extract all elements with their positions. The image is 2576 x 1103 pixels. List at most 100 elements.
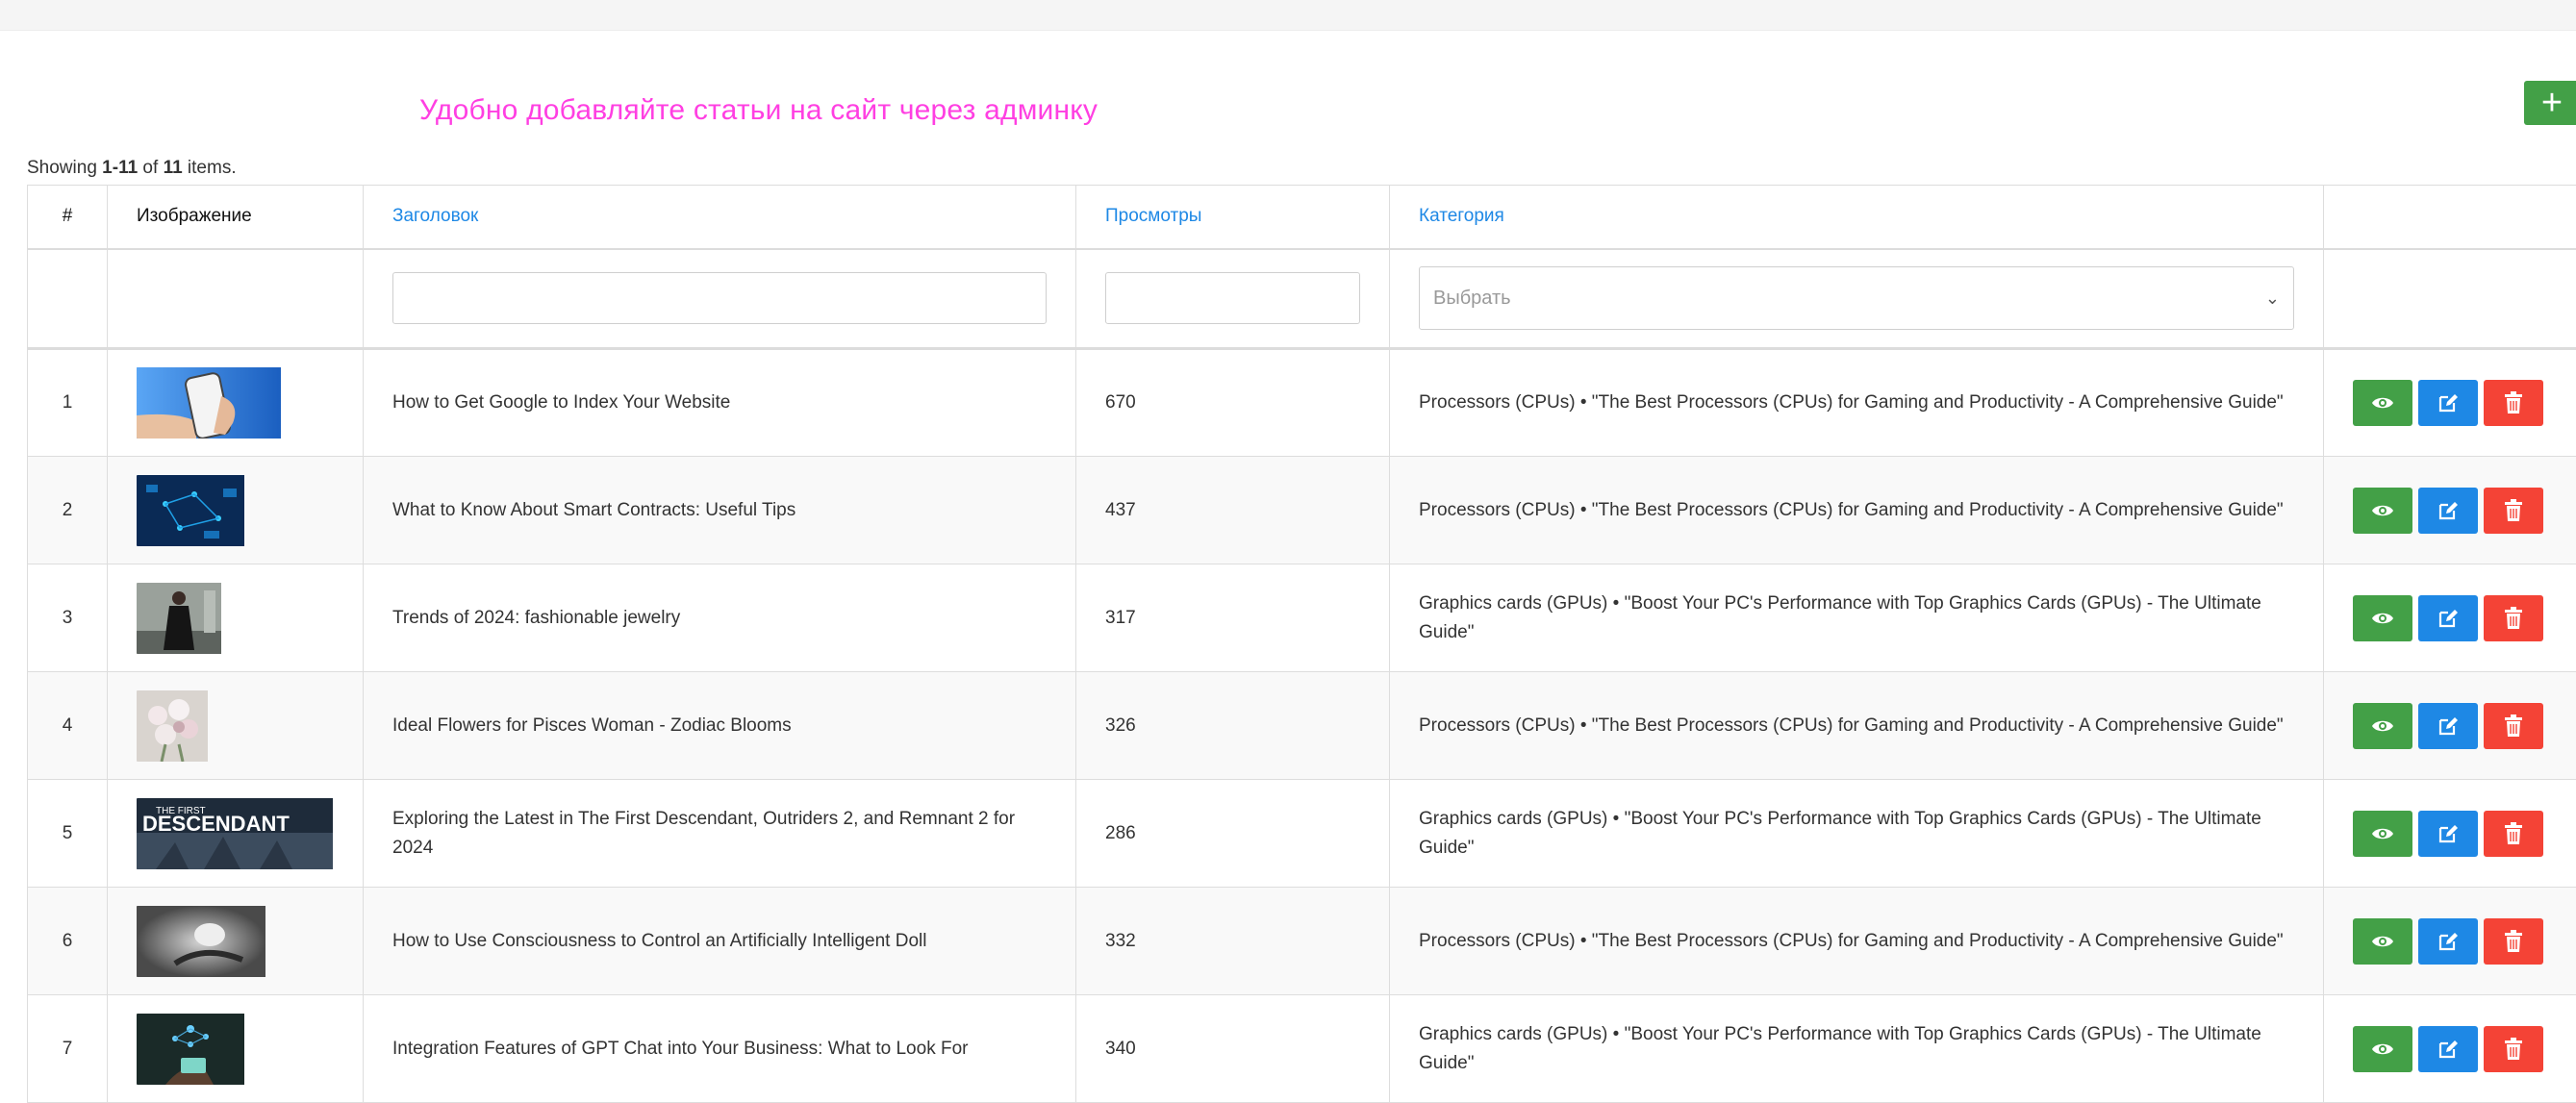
edit-icon [2437,391,2460,414]
promo-text: Удобно добавляйте статьи на сайт через а… [419,94,1098,127]
image-cell [108,672,364,780]
article-thumbnail [137,367,334,439]
edit-button[interactable] [2418,488,2478,534]
image-cell [108,564,364,672]
trash-icon [2503,607,2524,630]
article-thumbnail [137,906,334,977]
eye-icon [2371,930,2394,953]
article-thumbnail [137,475,334,546]
header-row: # Изображение Заголовок Просмотры Катего… [28,186,2576,249]
edit-icon [2437,1038,2460,1061]
article-title: How to Use Consciousness to Control an A… [364,888,1076,995]
delete-button[interactable] [2484,1026,2543,1072]
edit-icon [2437,822,2460,845]
edit-button[interactable] [2418,380,2478,426]
row-number: 5 [28,780,108,888]
chevron-down-icon: ⌄ [2265,288,2280,309]
trash-icon [2503,822,2524,845]
top-bar [0,0,2576,31]
article-title: Integration Features of GPT Chat into Yo… [364,995,1076,1103]
article-category: Graphics cards (GPUs) • "Boost Your PC's… [1390,995,2324,1103]
col-image: Изображение [108,186,364,249]
view-button[interactable] [2353,918,2412,965]
image-cell [108,995,364,1103]
col-views-sort[interactable]: Просмотры [1076,186,1390,249]
view-button[interactable] [2353,595,2412,641]
eye-icon [2371,714,2394,738]
edit-button[interactable] [2418,703,2478,749]
article-title: Ideal Flowers for Pisces Woman - Zodiac … [364,672,1076,780]
edit-icon [2437,714,2460,738]
row-number: 1 [28,349,108,457]
eye-icon [2371,822,2394,845]
add-article-button[interactable]: + [2524,81,2576,125]
article-category: Graphics cards (GPUs) • "Boost Your PC's… [1390,780,2324,888]
edit-icon [2437,930,2460,953]
delete-button[interactable] [2484,703,2543,749]
eye-icon [2371,607,2394,630]
view-button[interactable] [2353,703,2412,749]
row-number: 6 [28,888,108,995]
delete-button[interactable] [2484,488,2543,534]
view-button[interactable] [2353,811,2412,857]
actions-cell [2324,564,2576,672]
image-cell [108,457,364,564]
delete-button[interactable] [2484,918,2543,965]
actions-cell [2324,457,2576,564]
actions-cell [2324,672,2576,780]
article-views: 332 [1076,888,1390,995]
article-title: How to Get Google to Index Your Website [364,349,1076,457]
table-row: 1 How to Get Google to Index Your Website… [28,349,2576,457]
col-title-sort[interactable]: Заголовок [364,186,1076,249]
image-cell [108,888,364,995]
article-thumbnail [137,1014,334,1085]
col-actions [2324,186,2576,249]
table-row: 6 How to Use Consciousness to Control an … [28,888,2576,995]
article-category: Processors (CPUs) • "The Best Processors… [1390,349,2324,457]
edit-button[interactable] [2418,811,2478,857]
trash-icon [2503,714,2524,738]
thumbnail-caption: DESCENDANT [142,812,290,836]
table-row: 2What to Know About Smart Contracts: Use… [28,457,2576,564]
article-views: 326 [1076,672,1390,780]
image-cell [108,349,364,457]
edit-button[interactable] [2418,1026,2478,1072]
image-cell: THE FIRSTDESCENDANT [108,780,364,888]
articles-table: # Изображение Заголовок Просмотры Катего… [27,185,2576,1103]
title-filter-input[interactable] [392,272,1047,324]
table-row: 3Trends of 2024: fashionable jewelry317G… [28,564,2576,672]
table-row: 5THE FIRSTDESCENDANTExploring the Latest… [28,780,2576,888]
actions-cell [2324,995,2576,1103]
views-filter-input[interactable] [1105,272,1360,324]
article-views: 340 [1076,995,1390,1103]
article-category: Processors (CPUs) • "The Best Processors… [1390,672,2324,780]
eye-icon [2371,1038,2394,1061]
article-title: Exploring the Latest in The First Descen… [364,780,1076,888]
edit-button[interactable] [2418,918,2478,965]
article-title: What to Know About Smart Contracts: Usef… [364,457,1076,564]
delete-button[interactable] [2484,380,2543,426]
summary: Showing 1-11 of 11 items. [27,158,237,179]
actions-cell [2324,349,2576,457]
col-category-sort[interactable]: Категория [1390,186,2324,249]
edit-button[interactable] [2418,595,2478,641]
view-button[interactable] [2353,380,2412,426]
delete-button[interactable] [2484,811,2543,857]
actions-cell [2324,780,2576,888]
trash-icon [2503,930,2524,953]
view-button[interactable] [2353,488,2412,534]
article-views: 437 [1076,457,1390,564]
view-button[interactable] [2353,1026,2412,1072]
trash-icon [2503,499,2524,522]
edit-icon [2437,499,2460,522]
article-views: 317 [1076,564,1390,672]
delete-button[interactable] [2484,595,2543,641]
article-thumbnail [137,583,334,654]
article-category: Processors (CPUs) • "The Best Processors… [1390,457,2324,564]
article-category: Graphics cards (GPUs) • "Boost Your PC's… [1390,564,2324,672]
filter-row: Выбрать ⌄ [28,249,2576,349]
article-category: Processors (CPUs) • "The Best Processors… [1390,888,2324,995]
row-number: 4 [28,672,108,780]
trash-icon [2503,1038,2524,1061]
category-filter-select[interactable]: Выбрать ⌄ [1419,266,2294,330]
